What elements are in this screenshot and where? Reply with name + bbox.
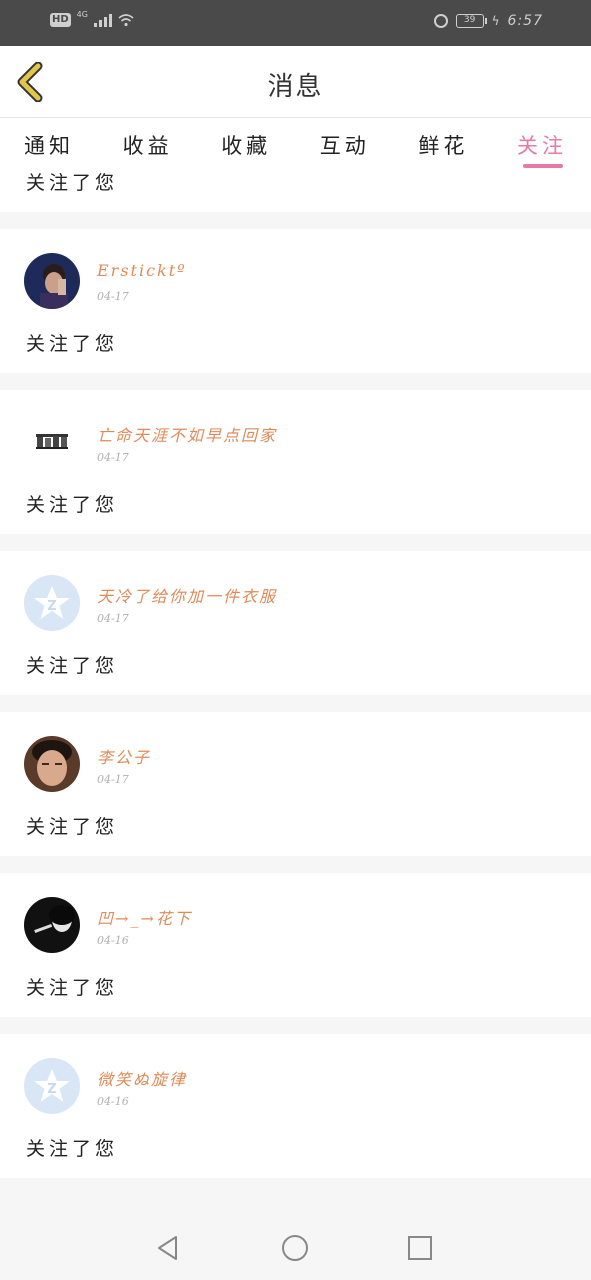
back-triangle-icon[interactable] bbox=[154, 1234, 182, 1262]
username[interactable]: 微笑ぬ旋律 bbox=[97, 1066, 187, 1090]
tab-follows[interactable]: 关注 bbox=[517, 118, 567, 176]
home-circle-icon[interactable] bbox=[281, 1234, 309, 1262]
app-header: 消息 bbox=[0, 46, 591, 118]
notification-action: 关注了您 bbox=[26, 494, 119, 516]
tab-favorites[interactable]: 收藏 bbox=[221, 118, 271, 176]
list-item[interactable]: 关注了您 bbox=[0, 172, 591, 212]
notification-action: 关注了您 bbox=[26, 816, 119, 838]
tab-earnings[interactable]: 收益 bbox=[123, 118, 173, 176]
avatar[interactable] bbox=[24, 414, 80, 470]
svg-text:Z: Z bbox=[47, 599, 56, 614]
notification-date: 04-17 bbox=[97, 773, 129, 786]
default-avatar-icon[interactable]: Z bbox=[24, 1058, 80, 1114]
default-avatar-icon[interactable]: Z bbox=[24, 575, 80, 631]
avatar[interactable] bbox=[24, 736, 80, 792]
recents-square-icon[interactable] bbox=[406, 1234, 434, 1262]
tab-interactions[interactable]: 互动 bbox=[320, 118, 370, 176]
notification-action: 关注了您 bbox=[26, 1138, 119, 1160]
clock-time: 6:57 bbox=[507, 13, 543, 29]
notification-action: 关注了您 bbox=[26, 977, 119, 999]
list-item[interactable]: Z 天冷了给你加一件衣服 04-17 关注了您 bbox=[0, 551, 591, 695]
list-item[interactable]: 亡命天涯不如早点回家 04-17 关注了您 bbox=[0, 390, 591, 534]
notification-date: 04-16 bbox=[97, 1095, 129, 1108]
status-bar: HD 4G 39 ϟ 6:57 bbox=[0, 0, 591, 46]
username[interactable]: 李公子 bbox=[97, 744, 151, 768]
list-item[interactable]: Ersticktº 04-17 关注了您 bbox=[0, 229, 591, 373]
notification-date: 04-17 bbox=[97, 612, 129, 625]
username[interactable]: 凹→_→花下 bbox=[97, 905, 192, 929]
notification-date: 04-17 bbox=[97, 290, 129, 303]
hd-badge: HD bbox=[50, 13, 71, 27]
notification-list: 关注了您 Ersticktº 04-17 关注了您 亡命天涯不如早点回家 04-… bbox=[0, 172, 591, 1195]
username[interactable]: 亡命天涯不如早点回家 bbox=[97, 422, 277, 446]
system-nav-bar bbox=[0, 1216, 591, 1280]
notification-date: 04-16 bbox=[97, 934, 129, 947]
notification-action: 关注了您 bbox=[26, 333, 119, 355]
battery-icon: 39 bbox=[455, 14, 487, 28]
tab-flowers[interactable]: 鲜花 bbox=[418, 118, 468, 176]
svg-text:Z: Z bbox=[47, 1082, 56, 1097]
notification-date: 04-17 bbox=[97, 451, 129, 464]
network-type-label: 4G bbox=[76, 9, 88, 19]
list-item[interactable]: 凹→_→花下 04-16 关注了您 bbox=[0, 873, 591, 1017]
signal-icon bbox=[93, 13, 112, 27]
list-item[interactable]: 李公子 04-17 关注了您 bbox=[0, 712, 591, 856]
notification-action: 关注了您 bbox=[26, 655, 119, 677]
wifi-icon bbox=[118, 14, 134, 27]
alarm-icon bbox=[433, 14, 448, 28]
charging-icon: ϟ bbox=[491, 14, 500, 28]
username[interactable]: 天冷了给你加一件衣服 bbox=[97, 583, 277, 607]
page-title: 消息 bbox=[267, 72, 324, 102]
avatar[interactable] bbox=[24, 897, 80, 953]
list-item[interactable]: Z 微笑ぬ旋律 04-16 关注了您 bbox=[0, 1034, 591, 1178]
notification-action: 关注了您 bbox=[26, 172, 119, 194]
avatar[interactable] bbox=[24, 253, 80, 309]
username[interactable]: Ersticktº bbox=[97, 261, 187, 280]
